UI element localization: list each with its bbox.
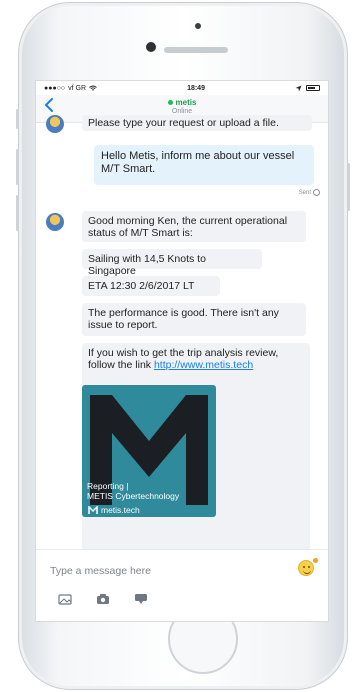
- card-brand: metis.tech: [88, 505, 140, 515]
- previous-message-bubble: Please type your request or upload a fil…: [82, 115, 312, 131]
- contact-status: Online: [171, 108, 193, 115]
- bot-avatar: [46, 115, 64, 133]
- location-arrow-icon: [295, 85, 302, 91]
- volume-up-button: [16, 149, 19, 185]
- bot-message-bubble: Sailing with 14,5 Knots to Singapore: [82, 249, 262, 277]
- message-composer: Type a message here: [36, 549, 328, 621]
- phone-screen: ●●●○○ vf GR 18:49 metis Online Please ty…: [35, 80, 329, 622]
- bot-message-bubble: ETA 12:30 2/6/2017 LT: [82, 276, 220, 296]
- battery-icon: [306, 85, 320, 91]
- status-bar: ●●●○○ vf GR 18:49: [36, 81, 328, 95]
- metis-small-logo-icon: [88, 505, 98, 514]
- gallery-icon[interactable]: [58, 593, 72, 605]
- emoji-badge-icon: [313, 558, 318, 563]
- sent-check-icon: [313, 189, 320, 196]
- card-caption-line2: METIS Cybertechnology: [87, 491, 180, 501]
- contact-info[interactable]: metis Online: [36, 98, 328, 115]
- chat-thread[interactable]: Please type your request or upload a fil…: [36, 115, 328, 603]
- bot-message-text: Good morning Ken, the current operationa…: [88, 215, 288, 239]
- sent-status: Sent: [299, 189, 320, 196]
- mute-switch: [16, 109, 19, 129]
- online-indicator: [167, 100, 173, 106]
- emoji-icon[interactable]: [298, 560, 314, 576]
- wifi-icon: [89, 85, 97, 90]
- bot-message-bubble: Good morning Ken, the current operationa…: [82, 211, 306, 242]
- contact-name: metis: [175, 98, 197, 107]
- previous-message-text: Please type your request or upload a fil…: [88, 117, 279, 129]
- sensor-icon: [195, 23, 201, 29]
- front-camera-icon: [146, 42, 156, 52]
- status-time: 18:49: [187, 84, 205, 92]
- volume-down-button: [16, 195, 19, 231]
- user-message-bubble: Hello Metis, inform me about our vessel …: [94, 145, 314, 185]
- sent-label: Sent: [298, 189, 311, 196]
- bot-message-bubble: The performance is good. There isn't any…: [82, 303, 306, 336]
- carrier-label: vf GR: [68, 84, 87, 92]
- card-brand-text: metis.tech: [101, 505, 140, 515]
- location-icon[interactable]: [134, 593, 148, 605]
- message-input[interactable]: Type a message here: [50, 565, 151, 577]
- metis-link[interactable]: http://www.metis.tech: [154, 359, 253, 371]
- contact-name-row: metis: [36, 98, 328, 107]
- user-message-text: Hello Metis, inform me about our vessel …: [101, 150, 295, 175]
- bot-message-text: ETA 12:30 2/6/2017 LT: [88, 280, 195, 292]
- signal-icon: ●●●○○: [44, 84, 66, 92]
- card-caption-line1: Reporting |: [87, 481, 129, 491]
- bot-message-text: The performance is good. There isn't any…: [88, 307, 279, 331]
- card-caption: Reporting | METIS Cybertechnology: [87, 481, 179, 501]
- earpiece-speaker: [164, 47, 228, 53]
- bot-avatar: [46, 213, 64, 231]
- bot-message-text: Sailing with 14,5 Knots to Singapore: [88, 253, 206, 277]
- link-preview-card[interactable]: Reporting | METIS Cybertechnology metis.…: [82, 385, 216, 517]
- power-button: [347, 163, 350, 211]
- camera-icon[interactable]: [96, 593, 110, 605]
